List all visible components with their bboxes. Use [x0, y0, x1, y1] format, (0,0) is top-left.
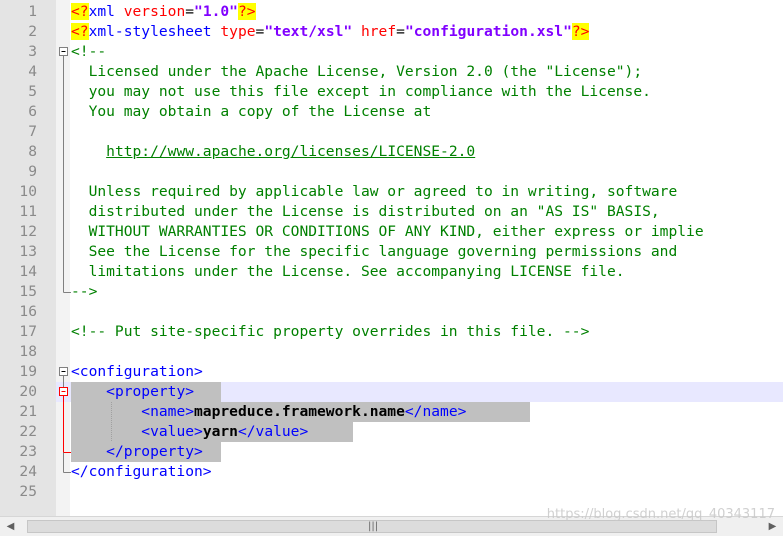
indent-guides — [111, 402, 112, 442]
watermark: https://blog.csdn.net/qq_40343117 — [546, 507, 775, 522]
scrollbar-grip: ||| — [368, 521, 379, 532]
scroll-left-arrow-icon[interactable]: ◀ — [2, 517, 19, 536]
